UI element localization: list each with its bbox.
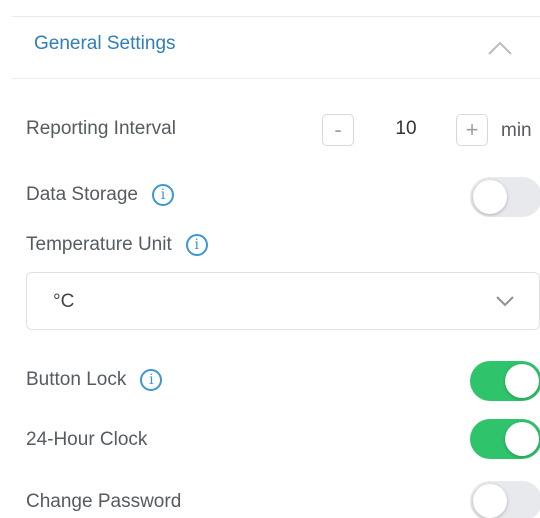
data-storage-label: Data Storage <box>26 184 138 205</box>
info-icon[interactable]: i <box>140 369 163 391</box>
section-title: General Settings <box>34 33 176 54</box>
reporting-interval-label: Reporting Interval <box>26 118 176 139</box>
toggle-knob <box>505 364 539 398</box>
clock-24h-label: 24-Hour Clock <box>26 429 148 450</box>
interval-value[interactable]: 10 <box>384 118 428 140</box>
temperature-unit-value: °C <box>53 291 75 312</box>
change-password-toggle[interactable] <box>470 481 540 518</box>
settings-page: General Settings Reporting Interval - 10… <box>0 0 540 518</box>
plus-icon: + <box>465 117 479 142</box>
data-storage-row: Data Storage i <box>26 184 174 206</box>
clock-24h-row: 24-Hour Clock <box>26 429 147 451</box>
button-lock-label: Button Lock <box>26 369 127 390</box>
button-lock-row: Button Lock i <box>26 369 163 391</box>
button-lock-toggle[interactable] <box>470 361 540 401</box>
toggle-knob <box>505 422 539 456</box>
section-divider <box>12 78 540 79</box>
chevron-up-icon[interactable] <box>480 34 520 62</box>
chevron-down-icon <box>495 293 515 309</box>
temperature-unit-row: Temperature Unit i <box>26 234 208 256</box>
change-password-row: Change Password <box>26 491 181 513</box>
info-icon[interactable]: i <box>151 184 174 206</box>
toggle-knob <box>473 180 507 214</box>
change-password-label: Change Password <box>26 491 182 512</box>
minus-icon: - <box>334 117 342 142</box>
temperature-unit-label: Temperature Unit <box>26 234 172 255</box>
increment-button[interactable]: + <box>456 114 488 146</box>
clock-24h-toggle[interactable] <box>470 419 540 459</box>
info-icon[interactable]: i <box>185 234 208 256</box>
temperature-unit-select[interactable]: °C <box>26 272 540 330</box>
data-storage-toggle[interactable] <box>470 177 540 217</box>
decrement-button[interactable]: - <box>322 114 354 146</box>
interval-unit: min <box>501 120 532 141</box>
toggle-knob <box>473 484 507 518</box>
reporting-interval-row: Reporting Interval <box>26 118 176 140</box>
top-divider <box>12 16 540 17</box>
